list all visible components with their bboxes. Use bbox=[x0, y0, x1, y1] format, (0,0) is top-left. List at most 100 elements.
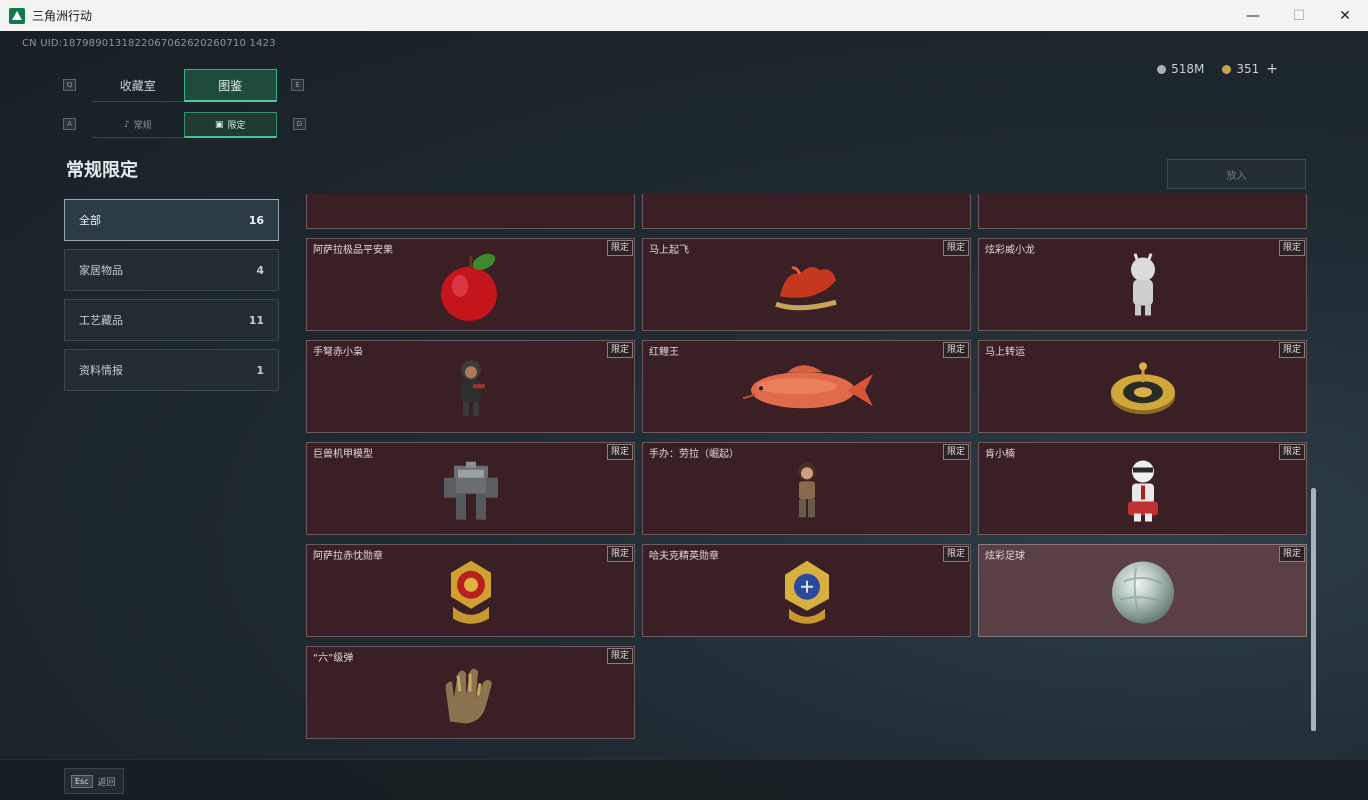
app-logo-icon bbox=[9, 7, 25, 24]
hooded-figure-icon bbox=[451, 358, 491, 422]
collection-card[interactable]: 手弩赤小枭 限定 bbox=[306, 340, 635, 433]
key-hint-q: Q bbox=[63, 79, 76, 91]
picture-frame-icon: ▣ bbox=[214, 119, 224, 130]
category-count: 11 bbox=[248, 313, 264, 327]
card-name: 马上转运 bbox=[985, 347, 1025, 358]
limited-tag: 限定 bbox=[942, 240, 969, 256]
category-count: 16 bbox=[248, 213, 264, 227]
category-intel[interactable]: 资料情报 1 bbox=[64, 349, 279, 391]
tab-codex[interactable]: 图鉴 bbox=[183, 69, 277, 102]
silver-amount: 518M bbox=[1171, 62, 1205, 76]
minimize-button[interactable]: — bbox=[1230, 0, 1276, 31]
gold-wheel-icon bbox=[1108, 358, 1178, 422]
gold-coin-icon bbox=[1222, 64, 1232, 74]
back-label: 返回 bbox=[97, 777, 116, 788]
category-label: 资料情报 bbox=[79, 364, 123, 377]
mech-model-icon bbox=[436, 455, 506, 529]
collection-grid: 阿萨拉极品平安果 限定 马上起飞 限定 炫彩威小龙 限定 手弩赤小枭 限定 红鲤王 限定 马上转运限… bbox=[306, 194, 1308, 739]
esc-key-hint: Esc bbox=[71, 774, 93, 788]
tab-regular[interactable]: ♪ 常规 bbox=[92, 112, 184, 138]
category-crafts[interactable]: 工艺藏品 11 bbox=[64, 299, 279, 341]
limited-tag: 限定 bbox=[606, 444, 633, 460]
limited-tag: 限定 bbox=[606, 648, 633, 664]
music-note-icon: ♪ bbox=[123, 119, 130, 130]
collection-card[interactable]: 阿萨拉赤忱勋章 限定 bbox=[306, 544, 635, 637]
category-home-items[interactable]: 家居物品 4 bbox=[64, 249, 279, 291]
bottom-bar: Esc 返回 bbox=[0, 759, 1368, 800]
limited-tag: 限定 bbox=[606, 240, 633, 256]
limited-tag: 限定 bbox=[942, 444, 969, 460]
limited-tag: 限定 bbox=[1278, 240, 1305, 256]
tab-collection-room[interactable]: 收藏室 bbox=[92, 69, 184, 102]
main-tabs: 收藏室 图鉴 bbox=[92, 69, 277, 102]
collection-card[interactable]: 手办：劳拉（崛起） 限定 bbox=[642, 442, 971, 535]
red-medal-icon bbox=[443, 556, 499, 632]
scrollbar-thumb[interactable] bbox=[1311, 488, 1316, 731]
tab-limited-label: 限定 bbox=[227, 121, 246, 131]
grid-scrollbar[interactable] bbox=[1311, 194, 1316, 761]
silver-coin-icon bbox=[1157, 64, 1167, 74]
category-list: 全部 16 家居物品 4 工艺藏品 11 资料情报 1 bbox=[64, 199, 279, 399]
limited-tag: 限定 bbox=[942, 546, 969, 562]
add-currency-button[interactable]: + bbox=[1266, 61, 1278, 77]
limited-tag: 限定 bbox=[1278, 342, 1305, 358]
collection-card[interactable]: 马上转运 限定 bbox=[978, 340, 1307, 433]
game-viewport: CN UID:1879890131822067062620260710 1423… bbox=[0, 31, 1368, 800]
put-in-button[interactable]: 放入 bbox=[1167, 159, 1306, 189]
key-hint-e: E bbox=[291, 79, 304, 91]
card-name: 手办：劳拉（崛起） bbox=[649, 449, 739, 460]
limited-tag: 限定 bbox=[942, 342, 969, 358]
window-title-bar: 三角洲行动 — ☐ ✕ bbox=[0, 0, 1368, 31]
card-name: 炫彩足球 bbox=[985, 551, 1025, 562]
bullet-hand-icon bbox=[436, 661, 506, 731]
red-ornament-icon bbox=[1123, 194, 1163, 201]
category-all[interactable]: 全部 16 bbox=[64, 199, 279, 241]
card-name: 巨兽机甲模型 bbox=[313, 449, 373, 460]
collection-card[interactable]: 炫彩威小龙 限定 bbox=[978, 238, 1307, 331]
dark-item-icon bbox=[451, 194, 491, 201]
gold-amount: 351 bbox=[1236, 62, 1260, 76]
red-horse-icon bbox=[770, 256, 844, 320]
card-name: 炫彩威小龙 bbox=[985, 245, 1035, 256]
collection-card[interactable]: 阿萨拉极品平安果 限定 bbox=[306, 238, 635, 331]
silver-currency: 518M bbox=[1157, 62, 1204, 76]
limited-tag: 限定 bbox=[606, 342, 633, 358]
limited-tag: 限定 bbox=[606, 546, 633, 562]
collection-card[interactable] bbox=[306, 194, 635, 229]
collection-grid-viewport: 阿萨拉极品平安果 限定 马上起飞 限定 炫彩威小龙 限定 手弩赤小枭 限定 红鲤王 限定 马上转运限… bbox=[306, 194, 1308, 761]
player-uid: CN UID:1879890131822067062620260710 1423 bbox=[22, 38, 276, 49]
back-button[interactable]: Esc 返回 bbox=[64, 768, 124, 794]
card-name: “六”级弹 bbox=[313, 653, 354, 664]
category-count: 1 bbox=[256, 363, 264, 377]
collection-card[interactable] bbox=[978, 194, 1307, 229]
shield-emblem-icon bbox=[787, 194, 827, 201]
sub-tabs: ♪ 常规 ▣ 限定 bbox=[92, 112, 277, 138]
category-label: 全部 bbox=[79, 214, 101, 227]
window-title: 三角洲行动 bbox=[32, 9, 93, 23]
collection-card[interactable]: 巨兽机甲模型 限定 bbox=[306, 442, 635, 535]
collection-card[interactable] bbox=[642, 194, 971, 229]
category-label: 家居物品 bbox=[79, 264, 123, 277]
key-hint-a: A bbox=[63, 118, 76, 130]
red-carp-icon bbox=[737, 358, 877, 422]
limited-tag: 限定 bbox=[1278, 546, 1305, 562]
close-button[interactable]: ✕ bbox=[1322, 0, 1368, 31]
collection-card[interactable]: 马上起飞 限定 bbox=[642, 238, 971, 331]
blue-medal-icon bbox=[779, 556, 835, 632]
collection-card[interactable]: 红鲤王 限定 bbox=[642, 340, 971, 433]
gold-currency: 351 + bbox=[1222, 61, 1278, 77]
lara-figure-icon bbox=[787, 459, 827, 525]
card-name: 手弩赤小枭 bbox=[313, 347, 363, 358]
red-apple-icon bbox=[436, 249, 506, 327]
tab-limited[interactable]: ▣ 限定 bbox=[183, 112, 277, 138]
card-name: 马上起飞 bbox=[649, 245, 689, 256]
category-label: 工艺藏品 bbox=[79, 314, 123, 327]
card-name: 阿萨拉赤忱勋章 bbox=[313, 551, 383, 562]
collection-card[interactable]: 肯小楠 限定 bbox=[978, 442, 1307, 535]
collection-card[interactable]: 哈夫克精英勋章 限定 bbox=[642, 544, 971, 637]
maximize-button[interactable]: ☐ bbox=[1276, 0, 1322, 31]
collection-card[interactable]: 炫彩足球 限定 bbox=[978, 544, 1307, 637]
white-figure-icon bbox=[1123, 252, 1163, 323]
currency-bar: 518M 351 + bbox=[1157, 61, 1278, 77]
collection-card[interactable]: “六”级弹 限定 bbox=[306, 646, 635, 739]
